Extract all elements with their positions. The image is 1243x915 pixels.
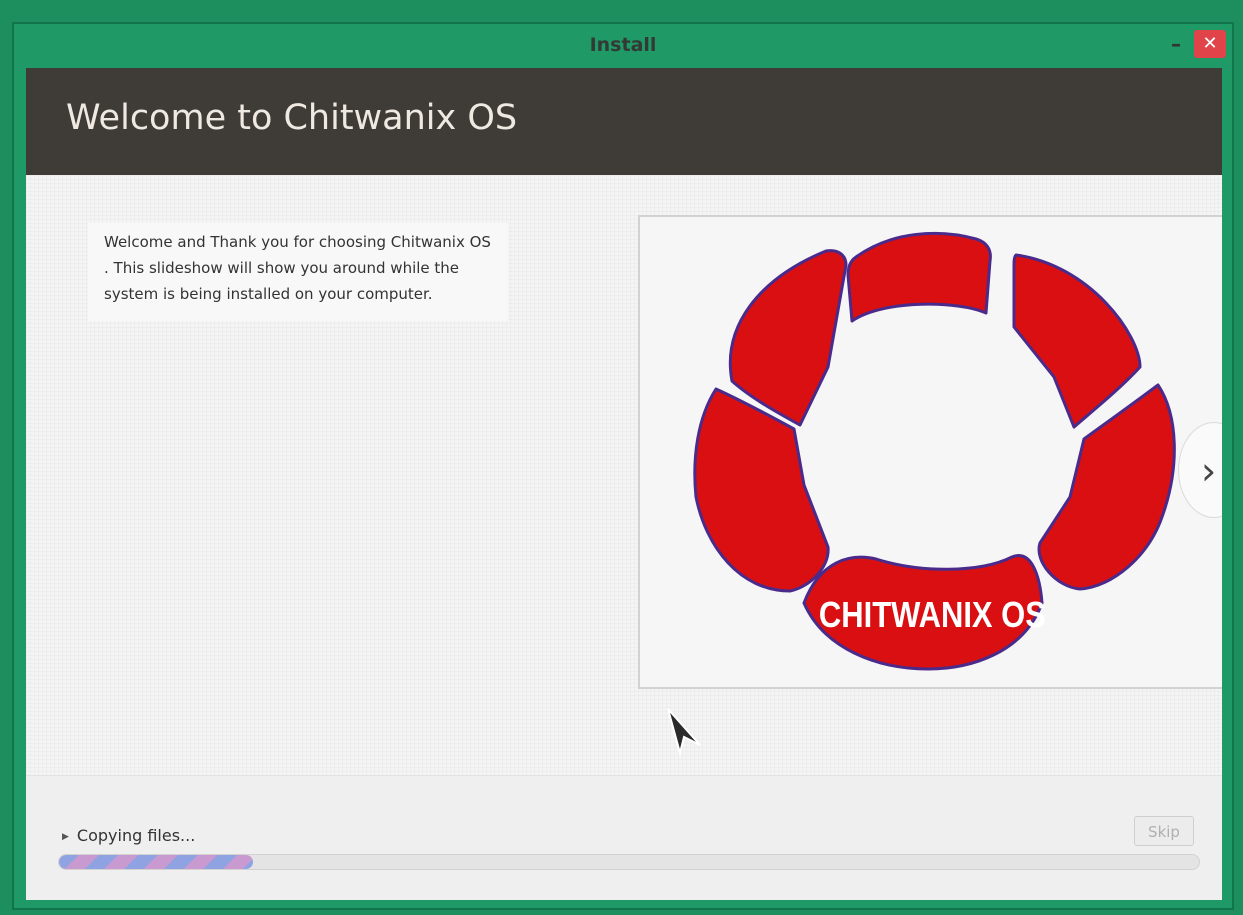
installer-content: Welcome to Chitwanix OS Welcome and Than… bbox=[26, 68, 1222, 900]
progress-bar bbox=[58, 854, 1200, 870]
chevron-right-icon: › bbox=[1201, 449, 1217, 493]
logo-segment-top bbox=[846, 231, 992, 323]
slideshow: Welcome and Thank you for choosing Chitw… bbox=[26, 175, 1222, 775]
status-text: Copying files... bbox=[76, 826, 196, 845]
progress-footer: ▶ Copying files... Skip bbox=[26, 775, 1222, 900]
logo-text: CHITWANIX OS bbox=[819, 596, 1046, 636]
title-bar[interactable]: Install – ✕ bbox=[14, 24, 1232, 68]
mouse-cursor-icon bbox=[666, 707, 702, 763]
skip-button[interactable]: Skip bbox=[1134, 816, 1194, 846]
logo-segment-lower-left bbox=[693, 387, 830, 593]
slide-description: Welcome and Thank you for choosing Chitw… bbox=[88, 223, 508, 321]
expand-triangle-icon[interactable]: ▶ bbox=[62, 832, 69, 842]
installer-window: Install – ✕ Welcome to Chitwanix OS Welc… bbox=[12, 22, 1234, 910]
page-header: Welcome to Chitwanix OS bbox=[26, 68, 1222, 175]
logo-segment-upper-right bbox=[1012, 253, 1142, 429]
logo-segment-upper-left bbox=[728, 249, 848, 427]
close-button[interactable]: ✕ bbox=[1194, 30, 1226, 58]
progress-fill bbox=[59, 855, 253, 869]
minimize-button[interactable]: – bbox=[1166, 34, 1186, 54]
page-title: Welcome to Chitwanix OS bbox=[66, 98, 518, 138]
chitwanix-logo: CHITWANIX OS bbox=[693, 231, 1176, 671]
window-title: Install bbox=[589, 34, 657, 56]
logo-segment-lower-right bbox=[1037, 383, 1176, 591]
logo-panel: CHITWANIX OS bbox=[638, 215, 1222, 689]
status-line[interactable]: ▶ Copying files... bbox=[62, 826, 195, 845]
